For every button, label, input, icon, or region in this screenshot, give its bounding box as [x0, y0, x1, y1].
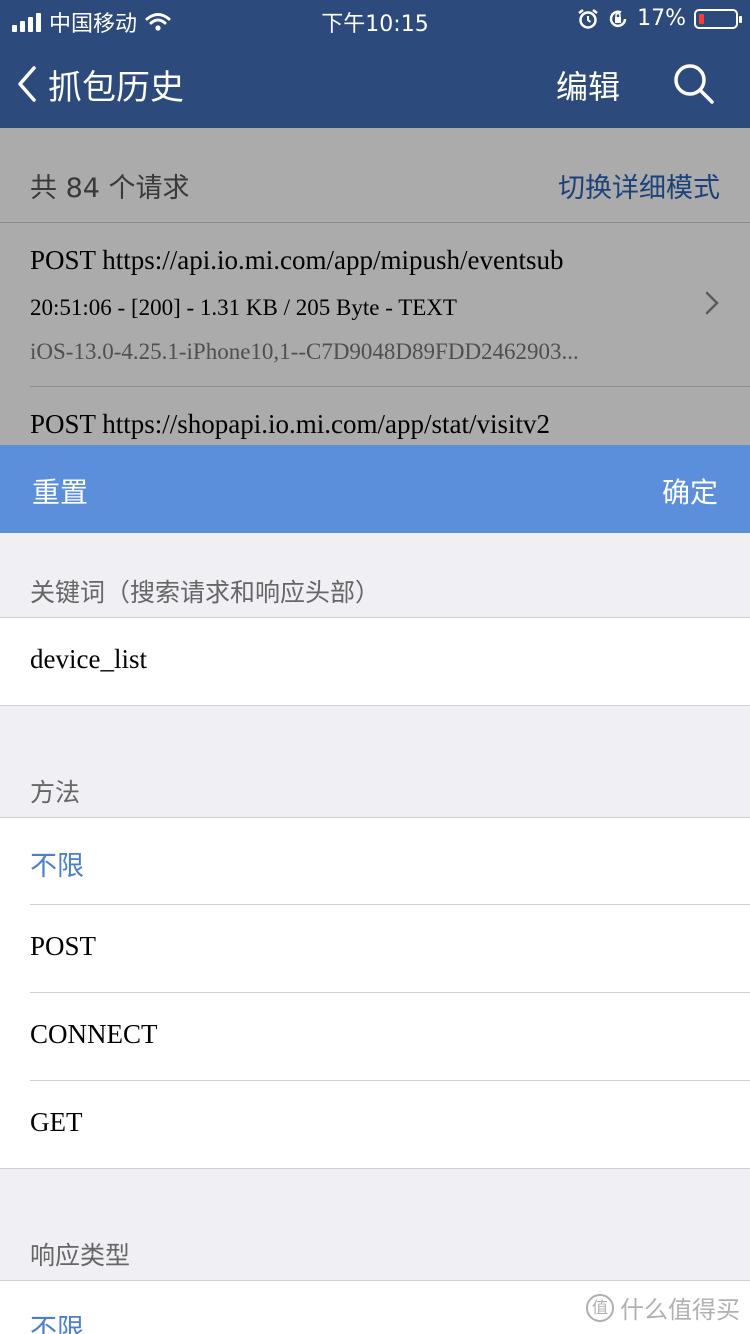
section-divider: [0, 1168, 750, 1169]
page-title: 抓包历史: [48, 68, 184, 108]
keyword-input[interactable]: device_list: [0, 618, 750, 706]
alarm-icon: [578, 8, 598, 29]
method-option-any[interactable]: 不限: [0, 818, 750, 906]
request-url: POST https://shopapi.io.mi.com/app/stat/…: [30, 409, 551, 439]
navigation-bar: 抓包历史 编辑: [0, 40, 750, 128]
watermark-text: 什么值得买: [620, 1296, 740, 1324]
filter-panel: 关键词（搜索请求和响应头部） device_list 方法 不限 POST CO…: [0, 533, 750, 1334]
battery-icon: [694, 8, 742, 29]
method-option-label: POST: [30, 931, 97, 961]
method-section-title: 方法: [30, 778, 81, 807]
status-bar: 中国移动 下午10:15 17%: [0, 0, 750, 40]
method-option-label: CONNECT: [30, 1019, 158, 1049]
search-icon[interactable]: [672, 62, 716, 106]
response-type-option-label: 不限: [30, 1314, 84, 1334]
request-url: POST https://api.io.mi.com/app/mipush/ev…: [30, 245, 564, 275]
reset-button[interactable]: 重置: [32, 471, 88, 511]
request-list: 共 84 个请求 切换详细模式 POST https://api.io.mi.c…: [0, 128, 750, 445]
section-divider: [0, 705, 750, 706]
method-option-label: GET: [30, 1107, 83, 1137]
method-option-connect[interactable]: CONNECT: [0, 993, 750, 1081]
method-option-label: 不限: [30, 851, 84, 882]
toggle-detail-mode-button[interactable]: 切换详细模式: [558, 166, 720, 205]
battery-percent: 17%: [637, 6, 686, 31]
method-option-post[interactable]: POST: [0, 905, 750, 993]
edit-button[interactable]: 编辑: [556, 62, 620, 108]
orientation-lock-icon: [609, 10, 627, 27]
request-count: 共 84 个请求: [30, 173, 190, 204]
filter-toolbar: 重置 确定: [0, 445, 750, 533]
list-header: 共 84 个请求 切换详细模式: [0, 128, 750, 223]
keyword-input-value: device_list: [30, 644, 147, 674]
chevron-right-icon: [705, 291, 719, 315]
request-meta: 20:51:06 - [200] - 1.31 KB / 205 Byte - …: [30, 295, 457, 320]
watermark-logo-icon: 值: [586, 1293, 614, 1322]
method-option-get[interactable]: GET: [0, 1081, 750, 1169]
request-row[interactable]: POST https://api.io.mi.com/app/mipush/ev…: [0, 223, 750, 386]
request-row[interactable]: POST https://shopapi.io.mi.com/app/stat/…: [0, 387, 750, 445]
back-chevron-icon[interactable]: [12, 62, 42, 106]
watermark: 值 什么值得买: [586, 1290, 740, 1325]
response-type-section-title: 响应类型: [30, 1241, 131, 1270]
request-user-agent: iOS-13.0-4.25.1-iPhone10,1--C7D9048D89FD…: [30, 339, 579, 364]
keyword-section-title: 关键词（搜索请求和响应头部）: [30, 578, 381, 607]
confirm-button[interactable]: 确定: [662, 471, 718, 511]
